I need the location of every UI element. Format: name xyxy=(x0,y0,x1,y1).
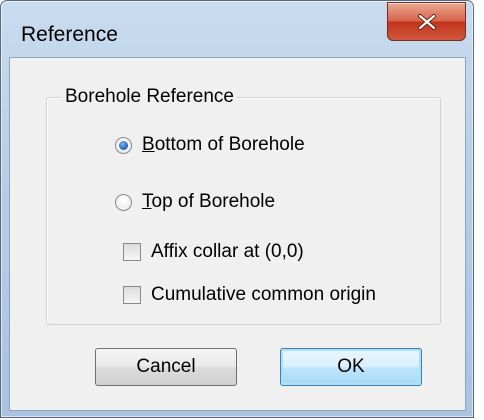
radio-label: Top of Borehole xyxy=(142,191,275,213)
mnemonic: B xyxy=(142,134,155,155)
group-label: Borehole Reference xyxy=(62,85,237,109)
radio-selected-dot xyxy=(119,140,128,150)
checkbox-box[interactable] xyxy=(123,286,141,304)
radio-circle[interactable] xyxy=(115,136,132,154)
close-icon xyxy=(417,13,436,30)
dialog-title: Reference xyxy=(21,23,118,46)
label-rest: ottom of Borehole xyxy=(154,134,305,155)
checkbox-box[interactable] xyxy=(123,243,141,261)
mnemonic: T xyxy=(142,191,152,212)
checkbox-affix-collar[interactable]: Affix collar at (0,0) xyxy=(123,241,304,263)
radio-top-of-borehole[interactable]: Top of Borehole xyxy=(115,191,275,213)
borehole-reference-group: Borehole Reference Bottom of Borehole To… xyxy=(46,85,441,325)
radio-label: Bottom of Borehole xyxy=(142,134,305,156)
radio-bottom-of-borehole[interactable]: Bottom of Borehole xyxy=(115,134,305,156)
dialog-window: Reference Borehole Reference Bottom of B… xyxy=(0,0,474,418)
label-rest: op of Borehole xyxy=(151,191,276,212)
checkbox-cumulative-origin[interactable]: Cumulative common origin xyxy=(123,284,376,306)
radio-circle[interactable] xyxy=(115,193,132,211)
dialog-client-area: Borehole Reference Bottom of Borehole To… xyxy=(9,57,466,411)
checkbox-label: Affix collar at (0,0) xyxy=(151,241,304,262)
close-button[interactable] xyxy=(387,2,466,41)
ok-button[interactable]: OK xyxy=(280,348,422,386)
checkbox-label: Cumulative common origin xyxy=(151,284,376,305)
cancel-button[interactable]: Cancel xyxy=(95,348,237,386)
